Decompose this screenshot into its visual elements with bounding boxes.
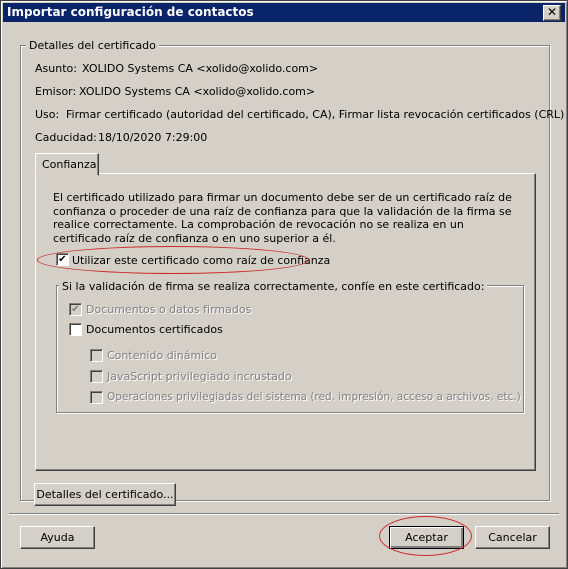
import-contacts-dialog: Importar configuración de contactos ✕ De… xyxy=(0,0,568,569)
issuer-value: XOLIDO Systems CA <xolido@xolido.com> xyxy=(79,85,316,98)
trust-options-group-label: Si la validación de firma se realiza cor… xyxy=(59,280,488,293)
usage-value: Firmar certificado (autoridad del certif… xyxy=(66,108,565,121)
bottom-separator xyxy=(9,513,559,515)
checkmark-icon: ✔ xyxy=(71,304,80,315)
dynamic-content-label: Contenido dinámico xyxy=(107,349,217,362)
signed-documents-label: Documentos o datos firmados xyxy=(86,303,252,316)
close-button[interactable]: ✕ xyxy=(543,5,561,21)
window-title: Importar configuración de contactos xyxy=(7,5,254,19)
close-icon: ✕ xyxy=(546,5,558,19)
subject-label: Asunto: xyxy=(35,62,77,75)
tab-confianza[interactable]: Confianza xyxy=(35,153,99,176)
privileged-system-ops-label: Operaciones privilegiadas del sistema (r… xyxy=(107,391,521,403)
title-bar[interactable]: Importar configuración de contactos ✕ xyxy=(3,3,565,22)
use-as-root-checkbox[interactable]: ✔ xyxy=(56,253,69,266)
signed-documents-checkbox[interactable]: ✔ xyxy=(69,303,82,316)
privileged-system-ops-checkbox[interactable] xyxy=(90,391,103,404)
expiry-value: 18/10/2020 7:29:00 xyxy=(98,131,208,144)
subject-value: XOLIDO Systems CA <xolido@xolido.com> xyxy=(82,62,319,75)
cancel-button[interactable]: Cancelar xyxy=(475,526,550,549)
usage-label: Uso: xyxy=(35,108,60,121)
accept-button[interactable]: Aceptar xyxy=(389,526,464,549)
privileged-javascript-checkbox[interactable] xyxy=(90,370,103,383)
expiry-label: Caducidad: xyxy=(35,131,97,144)
checkmark-icon: ✔ xyxy=(58,254,67,265)
dynamic-content-checkbox[interactable] xyxy=(90,349,103,362)
certified-documents-checkbox[interactable] xyxy=(69,323,82,336)
certificate-details-group-label: Detalles del certificado xyxy=(26,39,159,52)
certified-documents-label[interactable]: Documentos certificados xyxy=(86,323,223,336)
issuer-label: Emisor: xyxy=(35,85,77,98)
privileged-javascript-label: JavaScript privilegiado incrustado xyxy=(107,370,292,383)
certificate-details-button[interactable]: Detalles del certificado... xyxy=(34,483,176,506)
trust-description: El certificado utilizado para firmar un … xyxy=(53,191,512,245)
help-button[interactable]: Ayuda xyxy=(20,526,95,549)
tab-confianza-label: Confianza xyxy=(42,158,97,171)
use-as-root-label[interactable]: Utilizar este certificado como raíz de c… xyxy=(72,254,330,267)
